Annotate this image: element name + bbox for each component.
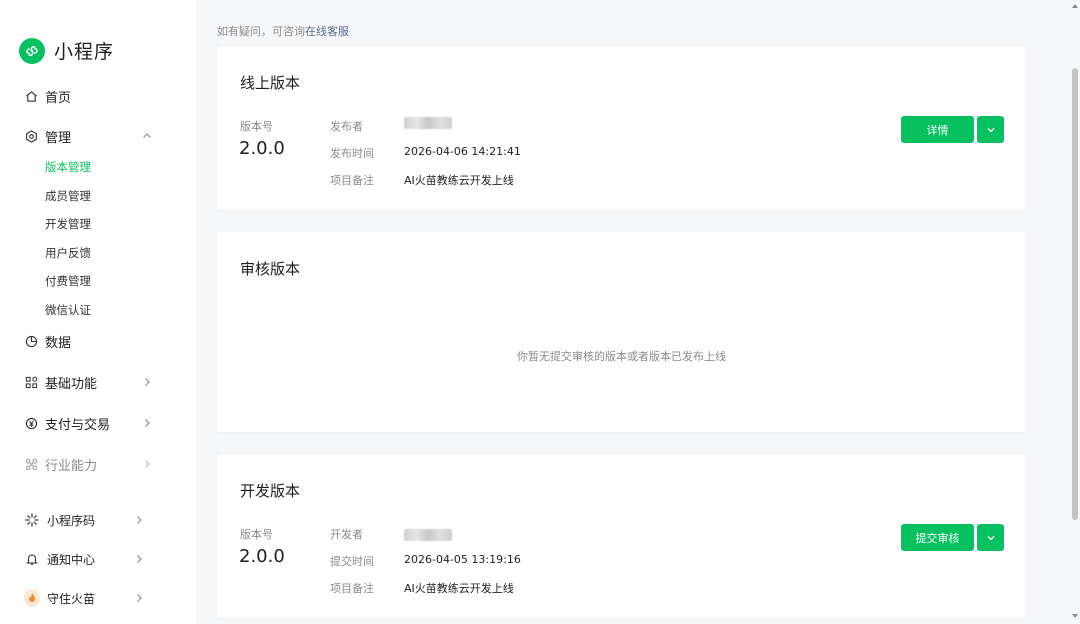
nav-qrcode[interactable]: 小程序码 — [24, 508, 146, 532]
online-version-number: 2.0.0 — [239, 138, 285, 159]
review-version-title: 审核版本 — [240, 260, 301, 278]
qrcode-icon — [24, 512, 40, 528]
chevron-up-icon — [140, 129, 154, 143]
nav-industry[interactable]: 行业能力 — [24, 452, 154, 476]
chevron-right-icon — [132, 552, 146, 566]
avatar — [24, 589, 40, 607]
online-service-link[interactable]: 在线客服 — [305, 25, 349, 38]
chevron-right-icon — [140, 375, 154, 389]
dev-version-card: 开发版本 版本号 2.0.0 开发者 提交时间 2026-04-05 13:19… — [217, 454, 1026, 618]
yen-icon — [24, 416, 39, 431]
chevron-right-icon — [140, 457, 154, 471]
dev-version-label: 版本号 — [240, 528, 273, 541]
online-more-dropdown[interactable] — [977, 116, 1004, 143]
nav-pay-trade[interactable]: 支付与交易 — [24, 411, 154, 435]
review-empty-text: 你暂无提交审核的版本或者版本已发布上线 — [517, 350, 726, 363]
nav-account[interactable]: 守住火苗 — [24, 586, 146, 610]
nav-notify-center[interactable]: 通知中心 — [24, 547, 146, 571]
home-icon — [24, 89, 39, 104]
nav-basic-label: 基础功能 — [45, 376, 98, 392]
account-avatar-wrap — [24, 589, 40, 607]
miniprogram-logo-icon — [19, 37, 45, 64]
nodes-icon — [24, 457, 39, 472]
publisher-blurred — [404, 117, 452, 129]
dev-version-number: 2.0.0 — [239, 546, 285, 567]
gear-icon — [24, 129, 39, 144]
nav-qrcode-label: 小程序码 — [47, 513, 96, 528]
chevron-right-icon — [132, 591, 146, 605]
online-version-title: 线上版本 — [240, 74, 301, 92]
brand[interactable]: 小程序 — [19, 37, 114, 64]
nav-data-label: 数据 — [45, 335, 72, 351]
scrollbar[interactable] — [1070, 0, 1080, 624]
online-version-card: 线上版本 版本号 2.0.0 发布者 发布时间 2026-04-06 14:21… — [217, 46, 1026, 210]
sub-payment-manage[interactable]: 付费管理 — [45, 272, 91, 290]
scroll-down-arrow-icon[interactable] — [1072, 614, 1078, 618]
dev-version-title: 开发版本 — [240, 482, 301, 500]
nav-manage-label: 管理 — [45, 130, 72, 146]
sub-user-feedback[interactable]: 用户反馈 — [45, 244, 91, 262]
pie-chart-icon — [24, 334, 39, 349]
help-tip-text: 如有疑问，可咨询 — [217, 25, 305, 38]
review-version-card: 审核版本 你暂无提交审核的版本或者版本已发布上线 — [217, 232, 1026, 432]
nav-basic-functions[interactable]: 基础功能 — [24, 370, 154, 394]
nav-industry-label: 行业能力 — [45, 458, 98, 474]
online-note-key: 项目备注 — [330, 174, 374, 187]
scroll-up-arrow-icon[interactable] — [1072, 4, 1078, 8]
nav-data[interactable]: 数据 — [24, 329, 154, 353]
sub-dev-manage[interactable]: 开发管理 — [45, 215, 91, 233]
chevron-right-icon — [132, 513, 146, 527]
sub-wechat-verify[interactable]: 微信认证 — [45, 301, 91, 319]
chevron-right-icon — [140, 416, 154, 430]
submit-time-key: 提交时间 — [330, 555, 374, 568]
dev-more-dropdown[interactable] — [977, 524, 1004, 551]
grid-icon — [24, 375, 39, 390]
online-note-value: AI火苗教练云开发上线 — [404, 174, 514, 187]
dev-note-value: AI火苗教练云开发上线 — [404, 582, 514, 595]
chevron-down-icon — [987, 127, 994, 132]
detail-button[interactable]: 详情 — [901, 116, 974, 143]
sidebar: 小程序 首页 管理 版本管理 成员管理 开发管理 用户反馈 付费管理 微信认证 … — [0, 0, 196, 624]
nav-account-label: 守住火苗 — [47, 591, 96, 606]
submit-review-button[interactable]: 提交审核 — [901, 524, 974, 551]
developer-blurred — [404, 529, 452, 541]
publish-time-key: 发布时间 — [330, 147, 374, 160]
nav-pay-label: 支付与交易 — [45, 417, 111, 433]
submit-time-value: 2026-04-05 13:19:16 — [404, 553, 521, 566]
nav-home-label: 首页 — [45, 90, 72, 106]
developer-key: 开发者 — [330, 528, 363, 541]
sub-version-manage[interactable]: 版本管理 — [45, 158, 91, 176]
publisher-key: 发布者 — [330, 120, 363, 133]
online-version-label: 版本号 — [240, 120, 273, 133]
brand-name: 小程序 — [54, 41, 115, 63]
sub-member-manage[interactable]: 成员管理 — [45, 187, 91, 205]
help-tip: 如有疑问，可咨询在线客服 — [217, 23, 349, 39]
publish-time-value: 2026-04-06 14:21:41 — [404, 145, 521, 158]
dev-note-key: 项目备注 — [330, 582, 374, 595]
bell-icon — [24, 551, 40, 567]
scrollbar-thumb[interactable] — [1072, 68, 1078, 520]
nav-notify-label: 通知中心 — [47, 552, 96, 567]
chevron-down-icon — [987, 535, 994, 540]
nav-manage[interactable]: 管理 — [24, 124, 154, 148]
nav-home[interactable]: 首页 — [24, 84, 154, 108]
